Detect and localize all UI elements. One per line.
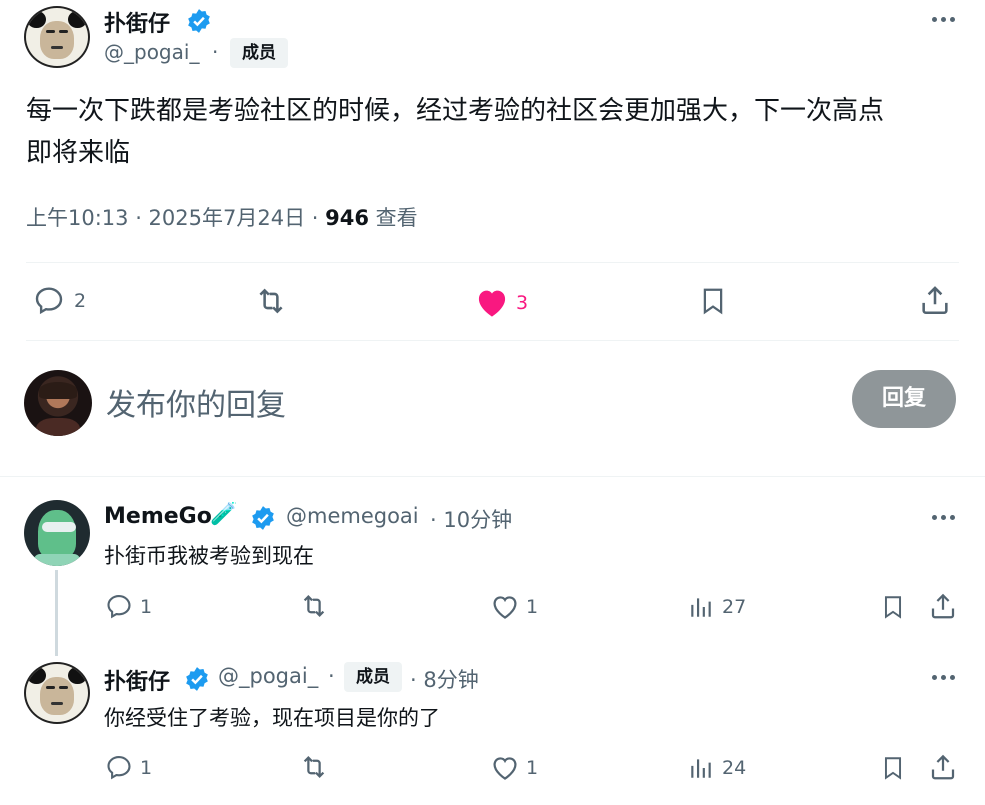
reply-input[interactable]: 发布你的回复: [106, 380, 286, 424]
reply-text: 你经受住了考验，现在项目是你的了: [104, 706, 440, 730]
repost-icon[interactable]: [298, 752, 330, 782]
separator-dot: ·: [212, 40, 219, 64]
reply-count: 1: [140, 596, 153, 618]
member-badge[interactable]: 成员: [344, 662, 402, 692]
share-icon[interactable]: [928, 752, 958, 782]
reply-author-handle[interactable]: @memegoai: [286, 504, 419, 528]
reply-button[interactable]: 回复: [852, 370, 956, 428]
member-badge[interactable]: 成员: [230, 38, 288, 68]
reply-author-name[interactable]: 扑街仔: [104, 664, 170, 696]
post-text-line2: 即将来临: [26, 138, 131, 168]
reply-avatar-memego[interactable]: [24, 500, 90, 566]
post-text-line1: 每一次下跌都是考验社区的时候，经过考验的社区会更加强大，下一次高点: [26, 96, 885, 126]
reply-text: 扑街币我被考验到现在: [104, 544, 314, 568]
reply-author-name[interactable]: MemeGo: [104, 504, 212, 529]
reply-count: 1: [140, 757, 153, 779]
like-icon[interactable]: [490, 754, 520, 781]
post-timestamp: 上午10:13 · 2025年7月24日 · 946 查看: [26, 202, 418, 232]
verified-badge-icon: [186, 667, 208, 691]
verified-badge-icon: [188, 9, 210, 33]
reply-author-handle[interactable]: @_pogai_: [218, 664, 318, 688]
reply-icon[interactable]: [32, 284, 66, 316]
bookmark-icon[interactable]: [880, 753, 906, 783]
reply-icon[interactable]: [104, 753, 134, 781]
view-count: 24: [722, 757, 747, 779]
author-display-name[interactable]: 扑街仔: [104, 6, 170, 38]
like-icon[interactable]: [490, 593, 520, 620]
current-user-avatar[interactable]: [24, 370, 92, 436]
divider: [26, 262, 959, 263]
thread-line: [55, 570, 58, 656]
like-icon-filled[interactable]: [474, 286, 510, 318]
view-count: 27: [722, 596, 747, 618]
share-icon[interactable]: [928, 591, 958, 621]
more-options-icon[interactable]: [930, 674, 958, 682]
view-count: 946: [325, 206, 369, 230]
views-chart-icon[interactable]: [688, 755, 714, 781]
reply-avatar-pogai[interactable]: [24, 662, 90, 724]
divider: [0, 476, 985, 477]
more-options-icon[interactable]: [930, 16, 958, 24]
like-count: 1: [526, 596, 539, 618]
reply-time[interactable]: · 8分钟: [410, 664, 479, 694]
more-options-icon[interactable]: [930, 514, 958, 522]
repost-icon[interactable]: [298, 591, 330, 621]
like-count: 3: [516, 292, 529, 314]
post-time[interactable]: 上午10:13 · 2025年7月24日 ·: [26, 206, 318, 230]
views-chart-icon[interactable]: [688, 594, 714, 620]
reply-time[interactable]: · 10分钟: [430, 504, 512, 534]
like-count: 1: [526, 757, 539, 779]
divider: [26, 340, 959, 341]
repost-icon[interactable]: [252, 284, 290, 318]
author-handle[interactable]: @_pogai_: [104, 40, 199, 64]
verified-badge-icon: [252, 506, 274, 530]
author-avatar[interactable]: [24, 6, 90, 68]
view-label: 查看: [375, 206, 418, 230]
test-tube-emoji-icon: 🧪: [210, 502, 238, 527]
reply-icon[interactable]: [104, 592, 134, 620]
reply-count: 2: [74, 290, 87, 312]
bookmark-icon[interactable]: [880, 592, 906, 622]
share-icon[interactable]: [918, 283, 952, 317]
separator-dot: ·: [328, 664, 335, 688]
bookmark-icon[interactable]: [698, 284, 728, 318]
